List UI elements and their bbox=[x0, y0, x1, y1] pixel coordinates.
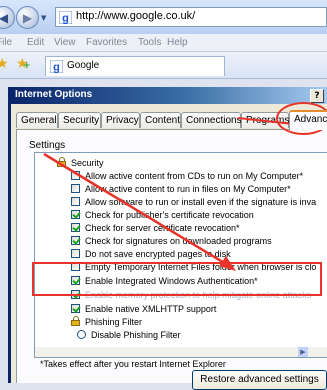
settings-group-label: Settings bbox=[29, 140, 66, 151]
browser-tab-google[interactable]: g Google bbox=[45, 56, 225, 76]
menu-favorites[interactable]: Favorites bbox=[86, 37, 127, 48]
dialog-title: Internet Options bbox=[15, 89, 93, 100]
favorites-center-icon[interactable]: ★ bbox=[0, 56, 9, 72]
dialog-title-bar[interactable]: Internet Options ? bbox=[11, 87, 327, 104]
checkbox[interactable] bbox=[71, 210, 80, 219]
checkbox[interactable] bbox=[71, 223, 80, 232]
restore-advanced-settings-button[interactable]: Restore advanced settings bbox=[192, 370, 327, 390]
setting-label: Enable native XMLHTTP support bbox=[85, 304, 217, 314]
security-lock-icon bbox=[57, 157, 67, 167]
checkbox[interactable] bbox=[71, 184, 80, 193]
setting-label: Do not save encrypted pages to disk bbox=[85, 249, 231, 259]
setting-label: Allow software to run or install even if… bbox=[85, 197, 317, 207]
help-button[interactable]: ? bbox=[310, 89, 324, 103]
add-favorite-icon[interactable]: ★ + bbox=[16, 56, 31, 72]
setting-label: Allow active content to run in files on … bbox=[85, 184, 291, 194]
forward-button[interactable]: ▶ bbox=[16, 6, 39, 29]
back-button[interactable]: ◀ bbox=[0, 6, 15, 29]
address-url[interactable]: http://www.google.co.uk/ bbox=[76, 10, 195, 22]
phishing-filter-lock-icon bbox=[71, 316, 81, 326]
menu-bar: File Edit View Favorites Tools Help bbox=[0, 34, 327, 52]
restart-footnote: *Takes effect after you restart Internet… bbox=[40, 359, 226, 369]
menu-view[interactable]: View bbox=[54, 37, 76, 48]
setting-label: Check for signatures on downloaded progr… bbox=[85, 236, 272, 246]
tab-privacy[interactable]: Privacy bbox=[101, 112, 140, 128]
setting-label: Disable Phishing Filter bbox=[91, 330, 181, 340]
browser-tab-label: Google bbox=[67, 60, 100, 71]
menu-file[interactable]: File bbox=[0, 37, 12, 48]
address-bar[interactable]: g http://www.google.co.uk/ bbox=[55, 7, 327, 27]
menu-tools[interactable]: Tools bbox=[138, 37, 161, 48]
checkbox[interactable] bbox=[71, 236, 80, 245]
integrated-auth-highlight bbox=[32, 262, 322, 296]
checkbox[interactable] bbox=[71, 249, 80, 258]
horizontal-scrollbar[interactable]: ▶ bbox=[34, 347, 327, 358]
tab-connections[interactable]: Connections bbox=[181, 112, 242, 128]
checkbox[interactable] bbox=[71, 197, 80, 206]
browser-toolbar: ◀ ▶ ▼ g http://www.google.co.uk/ bbox=[0, 0, 327, 35]
tab-content[interactable]: Content bbox=[140, 112, 181, 128]
tab-security[interactable]: Security bbox=[58, 112, 101, 128]
checkbox[interactable] bbox=[71, 171, 80, 180]
menu-help[interactable]: Help bbox=[167, 37, 188, 48]
back-arrow-icon: ◀ bbox=[0, 10, 9, 25]
setting-label: Check for server certificate revocation* bbox=[85, 223, 240, 233]
tab-advanced[interactable]: Advanced bbox=[289, 110, 327, 130]
tab-bar: ★ ★ + g Google bbox=[0, 52, 327, 79]
settings-subgroup-heading: Phishing Filter bbox=[85, 317, 143, 327]
svg-text:g: g bbox=[53, 62, 60, 74]
recent-pages-chevron-icon[interactable]: ▼ bbox=[41, 14, 46, 22]
menu-edit[interactable]: Edit bbox=[27, 37, 44, 48]
setting-label: Check for publisher's certificate revoca… bbox=[85, 210, 254, 220]
forward-arrow-icon: ▶ bbox=[22, 10, 33, 25]
setting-label: Allow active content from CDs to run on … bbox=[85, 171, 304, 181]
checkbox[interactable] bbox=[71, 304, 80, 313]
settings-group-heading: Security bbox=[71, 158, 104, 168]
settings-list[interactable]: Security Allow active content from CDs t… bbox=[34, 152, 327, 349]
tab-general[interactable]: General bbox=[16, 112, 58, 128]
google-tab-favicon-icon: g bbox=[50, 60, 63, 73]
radio-button[interactable] bbox=[77, 330, 86, 339]
svg-text:g: g bbox=[62, 13, 69, 25]
google-favicon-icon: g bbox=[59, 11, 72, 24]
scroll-right-arrow-icon[interactable]: ▶ bbox=[298, 347, 308, 357]
